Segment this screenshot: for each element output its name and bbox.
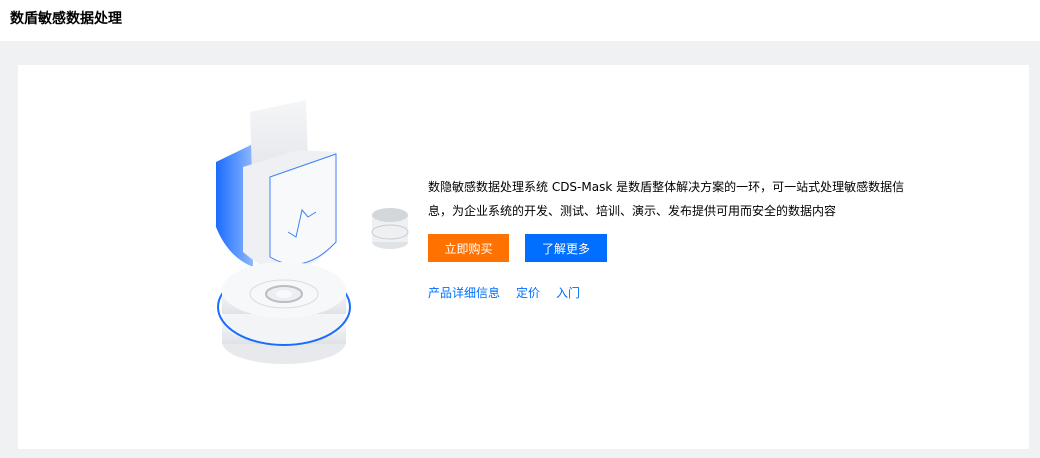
product-links: 产品详细信息 定价 入门 xyxy=(428,284,918,301)
product-card: 数隐敏感数据处理系统 CDS-Mask 是数盾整体解决方案的一环，可一站式处理敏… xyxy=(18,65,1029,449)
product-info: 数隐敏感数据处理系统 CDS-Mask 是数盾整体解决方案的一环，可一站式处理敏… xyxy=(428,175,918,301)
data-shield-illustration-icon xyxy=(188,92,418,387)
getting-started-link[interactable]: 入门 xyxy=(556,284,580,301)
action-buttons: 立即购买 了解更多 xyxy=(428,234,918,262)
product-description: 数隐敏感数据处理系统 CDS-Mask 是数盾整体解决方案的一环，可一站式处理敏… xyxy=(428,180,905,218)
learn-more-button[interactable]: 了解更多 xyxy=(525,234,607,262)
pricing-link[interactable]: 定价 xyxy=(516,284,540,301)
page-header: 数盾敏感数据处理 xyxy=(0,0,1040,41)
page-title: 数盾敏感数据处理 xyxy=(10,11,122,27)
buy-now-button[interactable]: 立即购买 xyxy=(428,234,509,262)
product-details-link[interactable]: 产品详细信息 xyxy=(428,284,500,301)
